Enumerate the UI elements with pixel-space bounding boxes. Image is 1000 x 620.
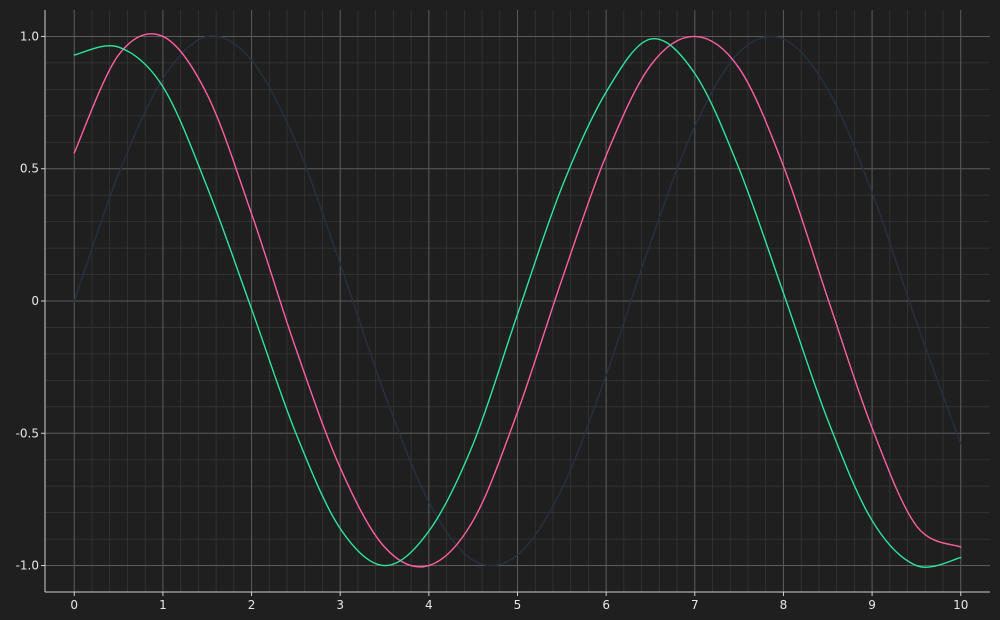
x-tick-label: 9 xyxy=(868,598,876,612)
x-tick-label: 1 xyxy=(159,598,167,612)
y-tick-label: -0.5 xyxy=(16,426,39,440)
x-tick-label: 6 xyxy=(602,598,610,612)
x-tick-label: 0 xyxy=(70,598,78,612)
y-tick-label: 0.5 xyxy=(20,162,39,176)
x-tick-label: 3 xyxy=(336,598,344,612)
x-tick-label: 10 xyxy=(953,598,968,612)
x-tick-label: 2 xyxy=(248,598,256,612)
x-tick-label: 5 xyxy=(514,598,522,612)
x-tick-label: 7 xyxy=(691,598,699,612)
y-tick-label: 1.0 xyxy=(20,29,39,43)
line-chart: 0 1 2 3 4 5 6 7 8 9 10 1.0 0.5 0 -0.5 -1.0 xyxy=(0,0,1000,620)
x-tick-label: 8 xyxy=(780,598,788,612)
y-tick-label: 0 xyxy=(31,294,39,308)
x-tick-label: 4 xyxy=(425,598,433,612)
y-tick-label: -1.0 xyxy=(16,559,39,573)
